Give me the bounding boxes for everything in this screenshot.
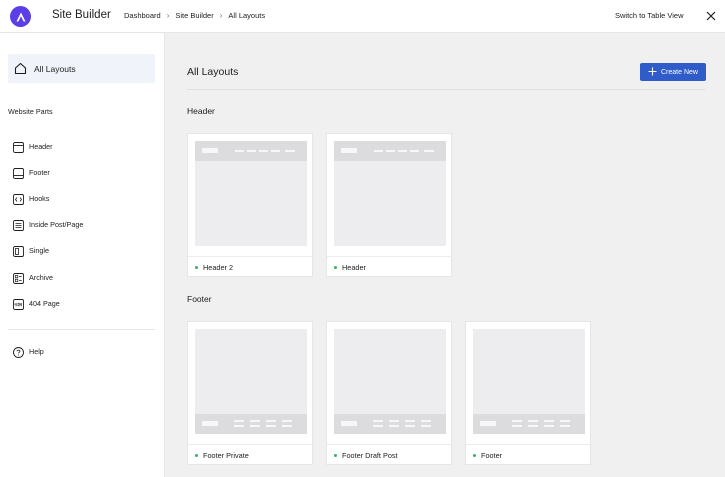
sidebar-item-label: Inside Post/Page (29, 220, 84, 229)
layout-card[interactable]: Footer (465, 321, 591, 465)
breadcrumb: Dashboard › Site Builder › All Layouts (124, 11, 265, 20)
sidebar: All Layouts Website Parts Header Footer … (0, 33, 165, 477)
layout-thumbnail (334, 329, 446, 434)
sidebar-item-label: 404 Page (29, 299, 60, 308)
chevron-right-icon: › (166, 10, 170, 20)
sidebar-item-help[interactable]: Help (8, 342, 155, 360)
sidebar-item-hooks[interactable]: Hooks (8, 189, 155, 207)
sidebar-item-header[interactable]: Header (8, 137, 155, 155)
status-dot (334, 454, 337, 457)
layout-name: Footer Private (203, 451, 249, 460)
layout-thumbnail (195, 329, 307, 434)
header-icon (13, 140, 24, 153)
breadcrumb-site-builder[interactable]: Site Builder (175, 11, 213, 20)
section-title-footer: Footer (187, 294, 212, 304)
logo-icon[interactable] (10, 6, 31, 27)
layout-thumbnail (473, 329, 585, 434)
sidebar-item-label: Footer (29, 168, 50, 177)
home-icon (14, 62, 27, 80)
chevron-right-icon: › (219, 10, 223, 20)
archive-icon (13, 271, 24, 284)
thumbnail-header-bar (334, 141, 446, 161)
create-new-button[interactable]: Create New (640, 63, 706, 81)
single-icon (13, 244, 24, 257)
layout-name: Header (342, 263, 366, 272)
sidebar-item-label: Single (29, 246, 49, 255)
status-dot (473, 454, 476, 457)
sidebar-item-label: Help (29, 347, 44, 356)
layout-card[interactable]: Header (326, 133, 452, 277)
layout-thumbnail (195, 141, 307, 246)
sidebar-item-404-page[interactable]: 404 Page (8, 294, 155, 312)
sidebar-item-label: Hooks (29, 194, 50, 203)
help-icon (13, 345, 24, 358)
post-icon (13, 218, 24, 231)
sidebar-item-single[interactable]: Single (8, 241, 155, 259)
breadcrumb-all-layouts: All Layouts (228, 11, 266, 20)
code-icon (13, 192, 24, 205)
404-icon (13, 297, 24, 310)
website-parts-heading: Website Parts (8, 107, 53, 116)
footer-icon (13, 166, 24, 179)
section-title-header: Header (187, 106, 215, 116)
sidebar-item-label: Archive (29, 273, 53, 282)
breadcrumb-dashboard[interactable]: Dashboard (124, 11, 161, 20)
layout-name: Header 2 (203, 263, 234, 272)
sidebar-item-archive[interactable]: Archive (8, 268, 155, 286)
thumbnail-footer-bar (473, 414, 585, 434)
status-dot (195, 454, 198, 457)
close-icon[interactable] (704, 9, 718, 23)
app-title: Site Builder (52, 9, 111, 21)
plus-icon (648, 67, 657, 78)
sidebar-item-footer[interactable]: Footer (8, 163, 155, 181)
layout-card[interactable]: Header 2 (187, 133, 313, 277)
thumbnail-footer-bar (334, 414, 446, 434)
create-new-label: Create New (661, 68, 698, 76)
sidebar-divider (8, 329, 155, 330)
sidebar-item-inside-post-page[interactable]: Inside Post/Page (8, 215, 155, 233)
layout-name: Footer Draft Post (342, 451, 398, 460)
switch-to-table-view-button[interactable]: Switch to Table View (615, 11, 684, 20)
thumbnail-footer-bar (195, 414, 307, 434)
sidebar-item-label: All Layouts (34, 64, 76, 74)
layout-card[interactable]: Footer Draft Post (326, 321, 452, 465)
page-title: All Layouts (187, 66, 239, 78)
thumbnail-header-bar (195, 141, 307, 161)
status-dot (334, 266, 337, 269)
divider (187, 89, 706, 90)
top-bar: Site Builder Dashboard › Site Builder › … (0, 0, 725, 33)
sidebar-item-all-layouts[interactable]: All Layouts (8, 54, 155, 83)
status-dot (195, 266, 198, 269)
sidebar-item-label: Header (29, 142, 53, 151)
layout-card[interactable]: Footer Private (187, 321, 313, 465)
layout-name: Footer (481, 451, 503, 460)
layout-thumbnail (334, 141, 446, 246)
